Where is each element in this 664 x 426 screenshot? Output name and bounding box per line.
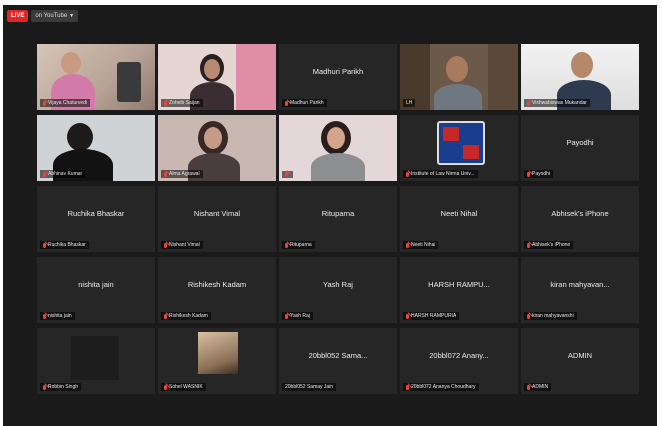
participant-tile[interactable]: 20bbl052 Sama... 20bbl052 Samay Jain xyxy=(279,328,397,394)
participant-tile[interactable]: 20bbl072 Anany... 20bbl072 Ananya Choudh… xyxy=(400,328,518,394)
participant-display-name: Rituparna xyxy=(321,209,355,218)
participant-tile[interactable]: Ruchika Bhaskar Ruchika Bhaskar xyxy=(37,186,155,252)
participant-name: HARSH RAMPURIA xyxy=(411,313,457,319)
profile-photo xyxy=(198,332,238,374)
participant-display-name: Madhuri Parikh xyxy=(312,67,364,76)
participant-name: Yash Raj xyxy=(290,313,310,319)
participant-tile[interactable]: Vijaya Chaturvedi xyxy=(37,44,155,110)
mic-muted-icon xyxy=(527,384,530,390)
participant-tile-active-speaker[interactable]: LH xyxy=(400,44,518,110)
participant-tile[interactable]: Rituparna Rituparna xyxy=(279,186,397,252)
mic-muted-icon xyxy=(527,100,530,106)
participant-display-name: Yash Raj xyxy=(323,280,353,289)
participant-display-name: Payodhi xyxy=(566,138,594,147)
participant-name: Zoheib Saijan xyxy=(169,100,200,106)
participant-tile[interactable] xyxy=(279,115,397,181)
participant-name: Nishant Vimal xyxy=(169,242,200,248)
participant-name: kiran mahyavanshi xyxy=(532,313,574,319)
participant-display-name: kiran mahyavan... xyxy=(550,280,610,289)
participant-name: 20bbl052 Samay Jain xyxy=(285,384,334,390)
participant-name: Abhinav Kumar xyxy=(48,171,83,177)
participant-display-name: HARSH RAMPU... xyxy=(428,280,490,289)
participant-tile[interactable]: Abhinav Kumar xyxy=(37,115,155,181)
mic-muted-icon xyxy=(285,242,288,248)
live-badge: LIVE xyxy=(7,10,29,22)
participant-tile[interactable]: ADMIN ADMIN xyxy=(521,328,639,394)
participant-name: Robbin Singh xyxy=(48,384,79,390)
participant-name: Alma Agrawal xyxy=(169,171,200,177)
participant-name: LH xyxy=(406,100,413,106)
participant-video xyxy=(400,44,518,110)
mic-muted-icon xyxy=(164,313,167,319)
participant-display-name: Abhisek's iPhone xyxy=(551,209,609,218)
mic-muted-icon xyxy=(406,242,409,248)
mic-muted-icon xyxy=(43,171,46,177)
participant-name: 20bbl072 Ananya Choudhary xyxy=(411,384,476,390)
participant-tile[interactable]: Vishwabiswas Mukandar xyxy=(521,44,639,110)
participant-tile[interactable]: Rishikesh Kadam Rishikesh Kadam xyxy=(158,257,276,323)
stream-label: on YouTube xyxy=(35,13,68,19)
participant-name: Ruchika Bhaskar xyxy=(48,242,86,248)
mic-muted-icon xyxy=(527,313,530,319)
participant-tile[interactable]: Robbin Singh xyxy=(37,328,155,394)
participant-tile[interactable]: Madhuri Parikh Madhuri Parikh xyxy=(279,44,397,110)
participant-tile[interactable]: Alma Agrawal xyxy=(158,115,276,181)
participant-name: Sohel WASNIK xyxy=(169,384,203,390)
mic-muted-icon xyxy=(285,100,288,106)
participant-tile[interactable]: Sohel WASNIK xyxy=(158,328,276,394)
mic-muted-icon xyxy=(285,313,288,319)
mic-muted-icon xyxy=(164,242,167,248)
participant-display-name: Nishant Vimal xyxy=(193,209,241,218)
zoom-meeting-window: LIVE on YouTube ▼ Vijaya Chaturvedi Zohe… xyxy=(3,5,657,426)
mic-muted-icon xyxy=(406,384,409,390)
participant-display-name: Ruchika Bhaskar xyxy=(67,209,125,218)
participant-display-name: 20bbl052 Sama... xyxy=(308,351,368,360)
participant-name: Payodhi xyxy=(532,171,551,177)
participant-tile[interactable]: kiran mahyavan... kiran mahyavanshi xyxy=(521,257,639,323)
participant-name: nishita jain xyxy=(48,313,72,319)
participant-display-name: nishita jain xyxy=(78,280,114,289)
mic-muted-icon xyxy=(43,100,46,106)
participant-tile[interactable]: HARSH RAMPU... HARSH RAMPURIA xyxy=(400,257,518,323)
participant-name: Abhisek's iPhone xyxy=(532,242,571,248)
participant-tile[interactable]: Payodhi Payodhi xyxy=(521,115,639,181)
participant-tile[interactable]: Zoheib Saijan xyxy=(158,44,276,110)
top-status-bar: LIVE on YouTube ▼ xyxy=(7,10,79,22)
participant-name: Rituparna xyxy=(290,242,312,248)
mic-muted-icon xyxy=(164,384,167,390)
stream-dropdown[interactable]: on YouTube ▼ xyxy=(31,10,79,22)
participant-display-name: ADMIN xyxy=(567,351,593,360)
institute-logo xyxy=(437,121,485,165)
mic-muted-icon xyxy=(406,313,409,319)
participant-tile[interactable]: Abhisek's iPhone Abhisek's iPhone xyxy=(521,186,639,252)
participant-display-name: Rishikesh Kadam xyxy=(187,280,247,289)
mic-muted-icon xyxy=(285,172,288,177)
participant-video xyxy=(279,115,397,181)
mic-muted-icon xyxy=(406,171,409,177)
mic-muted-icon xyxy=(43,242,46,248)
participant-display-name: Neeti Nihal xyxy=(440,209,478,218)
participant-tile[interactable]: Neeti Nihal Neeti Nihal xyxy=(400,186,518,252)
mic-muted-icon xyxy=(43,313,46,319)
participant-name: Vijaya Chaturvedi xyxy=(48,100,88,106)
mic-muted-icon xyxy=(164,171,167,177)
participant-name: Institute of Law Nirma Univ... xyxy=(411,171,475,177)
participant-tile[interactable]: Institute of Law Nirma Univ... xyxy=(400,115,518,181)
mic-muted-icon xyxy=(527,242,530,248)
participant-name: Neeti Nihal xyxy=(411,242,436,248)
mic-muted-icon xyxy=(43,384,46,390)
participant-tile[interactable]: nishita jain nishita jain xyxy=(37,257,155,323)
participant-tile[interactable]: Yash Raj Yash Raj xyxy=(279,257,397,323)
participant-name: Rishikesh Kadam xyxy=(169,313,208,319)
participant-tile[interactable]: Nishant Vimal Nishant Vimal xyxy=(158,186,276,252)
chevron-down-icon: ▼ xyxy=(69,13,75,19)
participant-name: Madhuri Parikh xyxy=(290,100,324,106)
participant-name: Vishwabiswas Mukandar xyxy=(532,100,587,106)
participant-display-name: 20bbl072 Anany... xyxy=(429,351,489,360)
participant-name: ADMIN xyxy=(532,384,549,390)
mic-muted-icon xyxy=(164,100,167,106)
mic-muted-icon xyxy=(527,171,530,177)
